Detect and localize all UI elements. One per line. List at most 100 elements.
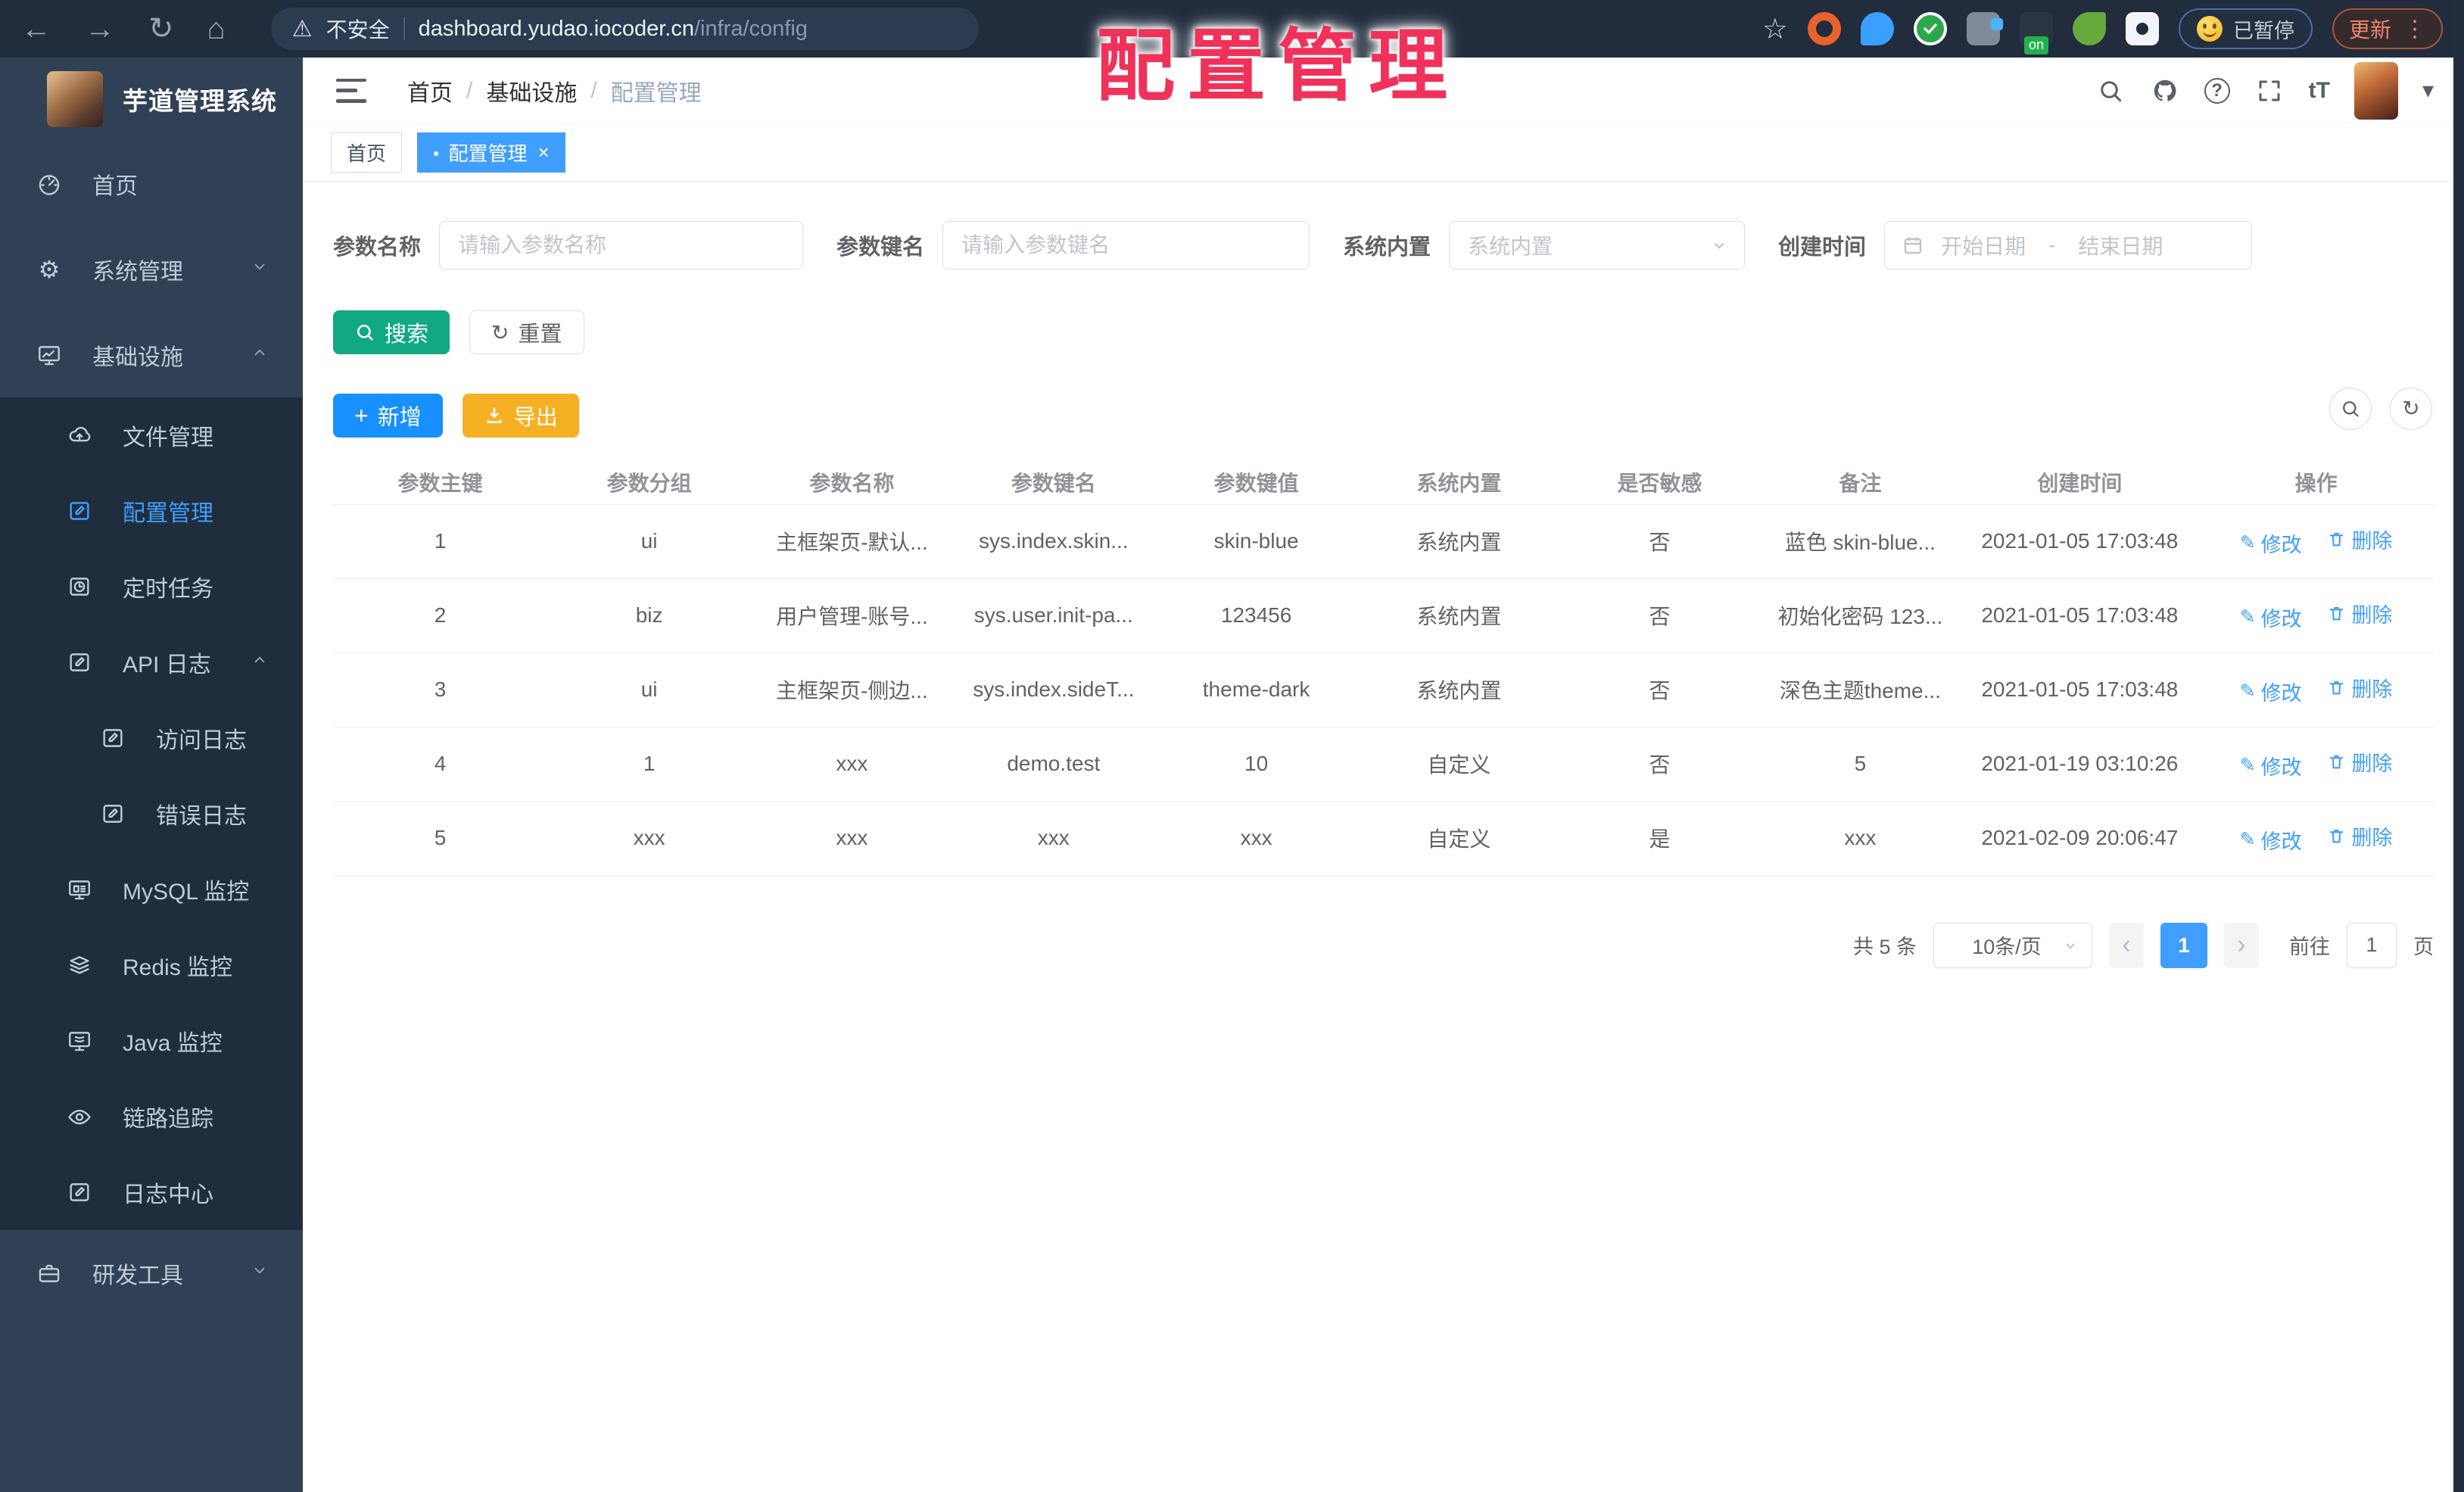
cell: demo.test [952,727,1154,802]
help-icon[interactable]: ? [2204,77,2230,104]
edit-link[interactable]: ✎ 修改 [2240,825,2302,855]
edit-label: 修改 [2260,830,2302,853]
goto-page-input[interactable] [2347,922,2397,968]
github-icon[interactable] [2150,76,2180,106]
sidebar-item-java-monitor[interactable]: Java 监控 [0,1003,303,1079]
sidebar-item-home[interactable]: 首页 [0,141,303,226]
window-scrollbar[interactable] [2453,0,2464,1492]
button-label: 重置 [518,322,562,347]
delete-link[interactable]: 删除 [2327,599,2392,628]
edit-link[interactable]: ✎ 修改 [2240,603,2302,632]
edit-link[interactable]: ✎ 修改 [2240,677,2302,706]
back-icon[interactable]: ← [21,12,51,46]
breadcrumb-separator: / [466,77,473,103]
cell: xxx [751,801,953,876]
edit-link[interactable]: ✎ 修改 [2240,528,2302,558]
cell: 主框架页-默认... [751,504,953,579]
menu-kebab-icon[interactable]: ⋮ [2403,16,2426,42]
address-bar[interactable]: ⚠ 不安全 dashboard.yudao.iocoder.cn/infra/c… [270,8,979,50]
column-header: 系统内置 [1358,460,1560,505]
paused-label: 已暂停 [2232,19,2294,42]
prev-page-button[interactable]: ‹ [2109,922,2144,968]
layers-icon [70,956,89,974]
sidebar-item-label: 日志中心 [123,1182,213,1207]
extension-leaf-icon[interactable] [2072,12,2106,45]
sidebar-item-system[interactable]: ⚙ 系统管理 [0,226,303,312]
filter-label: 创建时间 [1778,235,1867,260]
delete-link[interactable]: 删除 [2327,525,2392,554]
export-button[interactable]: 导出 [462,394,579,438]
extension-dark-icon[interactable]: on [2019,12,2053,55]
forward-icon[interactable]: → [85,12,115,46]
caret-down-icon[interactable]: ▾ [2422,77,2434,104]
cell: 1 [547,727,752,802]
sidebar-item-redis-monitor[interactable]: Redis 监控 [0,927,303,1003]
current-page[interactable]: 1 [2160,922,2207,968]
bookmark-star-icon[interactable]: ☆ [1762,12,1788,46]
sidebar-item-config-manage[interactable]: 配置管理 [0,473,303,549]
trash-icon [2330,830,2344,843]
sidebar-item-error-log[interactable]: 错误日志 [0,776,303,852]
sidebar-item-api-log[interactable]: API 日志 [0,625,303,700]
cell: 主框架页-侧边... [751,653,953,727]
tag-label: 首页 [347,142,387,165]
page-size-select[interactable]: 10条/页 [1933,922,2092,968]
table-toolbar: + 新增 导出 [333,394,2434,438]
breadcrumb-item[interactable]: 基础设施 [486,74,577,107]
sidebar-item-access-log[interactable]: 访问日志 [0,700,303,776]
refresh-icon: ↻ [2402,397,2420,420]
extension-grey-icon[interactable] [1966,12,2003,45]
extensions-puzzle-icon[interactable] [2125,12,2159,45]
tag-config-manage[interactable]: ● 配置管理 × [417,132,565,173]
hamburger-icon[interactable] [336,78,366,103]
user-avatar[interactable] [2353,61,2398,120]
font-size-icon[interactable]: tT [2309,78,2330,104]
reload-icon[interactable]: ↻ [148,11,174,46]
add-button[interactable]: + 新增 [333,394,443,438]
delete-link[interactable]: 删除 [2327,673,2392,702]
edit-link[interactable]: ✎ 修改 [2240,751,2302,780]
sidebar-item-tracing[interactable]: 链路追踪 [0,1079,303,1154]
home-icon[interactable]: ⌂ [207,12,226,46]
page-size-value: 10条/页 [1972,936,2042,958]
app-logo-row[interactable]: 芋道管理系统 [0,58,303,141]
fullscreen-icon[interactable] [2254,76,2285,106]
cell: xxx [547,801,752,876]
browser-update-button[interactable]: 更新 ⋮ [2332,8,2443,49]
cell: 2021-02-09 20:06:47 [1961,801,2199,876]
create-time-range-picker[interactable]: 开始日期 - 结束日期 [1884,221,2253,269]
sidebar-item-dev-tools[interactable]: 研发工具 [0,1230,303,1316]
sidebar-item-label: 访问日志 [156,728,247,753]
next-page-button[interactable]: › [2224,922,2259,968]
cell: skin-blue [1154,504,1359,579]
extension-pin-icon[interactable] [1860,12,1894,45]
chevron-down-icon [250,1260,269,1286]
refresh-icon: ↻ [491,320,509,344]
app-title: 芋道管理系统 [123,87,277,115]
breadcrumb-item[interactable]: 首页 [407,74,453,107]
sidebar-item-infra[interactable]: 基础设施 [0,312,303,397]
refresh-button[interactable]: ↻ [2390,388,2432,430]
tag-home[interactable]: 首页 [331,132,403,173]
toggle-search-button[interactable] [2329,388,2372,430]
sidebar-item-log-center[interactable]: 日志中心 [0,1154,303,1230]
delete-link[interactable]: 删除 [2327,821,2392,851]
extension-check-icon[interactable] [1913,12,1947,45]
search-actions: 搜索 ↻ 重置 [333,310,2434,354]
cell-actions: ✎ 修改 删除 [2198,504,2434,579]
extension-ring-icon[interactable] [1807,12,1841,45]
delete-link[interactable]: 删除 [2327,747,2392,777]
param-name-input[interactable] [439,221,804,269]
builtin-select[interactable]: 系统内置 [1449,221,1746,269]
reset-button[interactable]: ↻ 重置 [469,310,584,354]
search-button[interactable]: 搜索 [333,310,450,354]
sidebar-item-scheduled-jobs[interactable]: 定时任务 [0,549,303,625]
sidebar-item-file-manage[interactable]: 文件管理 [0,397,303,473]
profile-paused-pill[interactable]: 已暂停 [2178,8,2313,49]
search-icon[interactable] [2095,76,2126,106]
close-icon[interactable]: × [538,141,550,164]
sidebar-item-mysql-monitor[interactable]: MySQL 监控 [0,852,303,927]
param-key-input[interactable] [942,221,1310,269]
cell: 2021-01-19 03:10:26 [1961,727,2199,802]
chevron-down-icon [2066,942,2075,948]
